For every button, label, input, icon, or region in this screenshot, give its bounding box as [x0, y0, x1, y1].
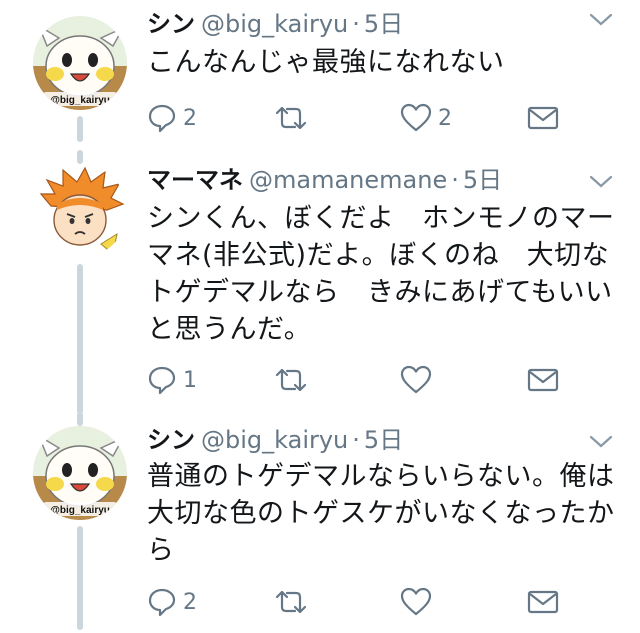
retweet-icon — [275, 106, 307, 130]
envelope-icon — [527, 368, 559, 392]
tweet[interactable]: マーマネ @mamanemane · 5日 シンくん、ぼくだよ ホンモノのマーマネ(非… — [0, 150, 640, 414]
display-name[interactable]: マーマネ — [147, 166, 243, 194]
display-name[interactable]: シン — [147, 10, 195, 38]
retweet-icon — [275, 368, 307, 392]
reply-count: 1 — [183, 367, 197, 393]
envelope-icon — [527, 106, 559, 130]
display-name[interactable]: シン — [147, 426, 195, 454]
dm-button[interactable] — [527, 362, 559, 398]
reply-button[interactable]: 2 — [147, 100, 197, 136]
reply-icon — [148, 588, 176, 617]
togedemaru-avatar-icon: @big_kairyu — [33, 426, 127, 520]
reply-button[interactable]: 2 — [147, 584, 197, 620]
tweet-actions: 2 2 — [147, 100, 617, 136]
avatar[interactable]: @big_kairyu — [33, 16, 127, 110]
tweet[interactable]: @big_kairyu シン @big_kairyu · 5日 こんなんじゃ最強になれ… — [0, 0, 640, 150]
retweet-button[interactable] — [273, 362, 315, 398]
thread-line — [77, 526, 83, 630]
handle[interactable]: @big_kairyu — [201, 426, 348, 454]
svg-text:@big_kairyu: @big_kairyu — [50, 505, 110, 516]
tweet-header: シン @big_kairyu · 5日 — [147, 8, 403, 40]
reply-icon — [148, 366, 176, 395]
envelope-icon — [527, 590, 559, 614]
thread-line — [77, 116, 83, 142]
tweet[interactable]: @big_kairyu シン @big_kairyu · 5日 普通のトゲデマルならい… — [0, 412, 640, 633]
heart-icon — [400, 103, 432, 132]
tweet-header: シン @big_kairyu · 5日 — [147, 424, 403, 456]
like-button[interactable] — [400, 362, 438, 398]
retweet-icon — [275, 590, 307, 614]
reply-button[interactable]: 1 — [147, 362, 197, 398]
separator: · — [352, 10, 360, 38]
tweet-actions: 2 — [147, 584, 617, 620]
tweet-text: こんなんじゃ最強になれない — [147, 47, 505, 78]
tweet-header: マーマネ @mamanemane · 5日 — [147, 164, 502, 196]
thread-line — [77, 412, 83, 426]
thread-line — [77, 264, 83, 414]
separator: · — [352, 426, 360, 454]
chevron-down-icon[interactable] — [588, 434, 614, 450]
avatar[interactable]: @big_kairyu — [33, 426, 127, 520]
handle[interactable]: @mamanemane — [249, 166, 447, 194]
timestamp[interactable]: 5日 — [364, 426, 403, 454]
tweet-text: シンくん、ぼくだよ ホンモノのマーマネ(非公式)だよ。ぼくのね 大切なトゲデマル… — [147, 203, 615, 345]
retweet-button[interactable] — [273, 584, 315, 620]
timestamp[interactable]: 5日 — [463, 166, 502, 194]
dm-button[interactable] — [527, 584, 559, 620]
dm-button[interactable] — [527, 100, 559, 136]
reply-icon — [148, 104, 176, 133]
mamane-avatar-icon — [33, 164, 127, 258]
heart-icon — [400, 365, 432, 394]
reply-count: 2 — [183, 589, 197, 615]
like-button[interactable] — [400, 584, 438, 620]
handle[interactable]: @big_kairyu — [201, 10, 348, 38]
thread-line — [77, 150, 83, 164]
separator: · — [451, 166, 459, 194]
svg-text:@big_kairyu: @big_kairyu — [50, 95, 110, 106]
heart-icon — [400, 587, 432, 616]
retweet-button[interactable] — [273, 100, 315, 136]
reply-count: 2 — [183, 105, 197, 131]
like-button[interactable]: 2 — [400, 100, 452, 136]
togedemaru-avatar-icon: @big_kairyu — [33, 16, 127, 110]
chevron-down-icon[interactable] — [588, 174, 614, 190]
like-count: 2 — [438, 105, 452, 131]
tweet-actions: 1 — [147, 362, 617, 398]
timestamp[interactable]: 5日 — [364, 10, 403, 38]
tweet-text: 普通のトゲデマルならいらない。俺は大切な色のトゲスケがいなくなったから — [147, 461, 615, 566]
avatar[interactable] — [33, 164, 127, 258]
chevron-down-icon[interactable] — [588, 12, 614, 28]
